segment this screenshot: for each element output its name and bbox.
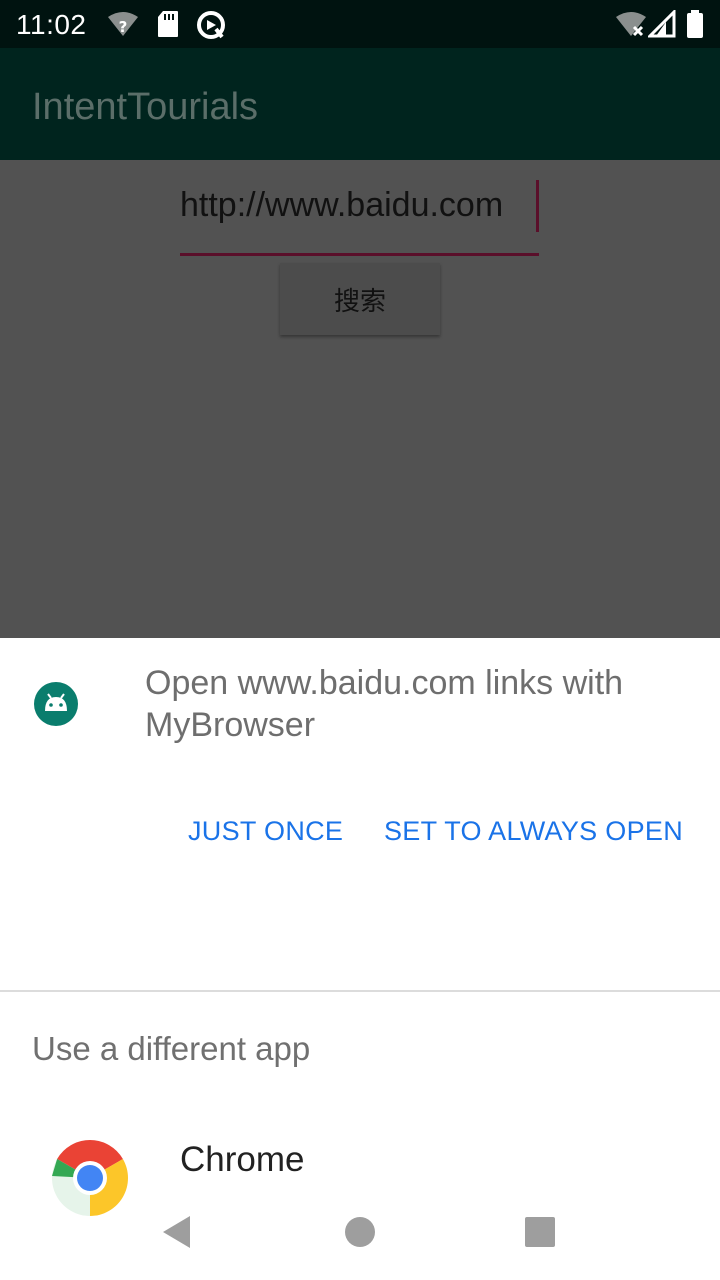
main-content: http://www.baidu.com 搜索 — [0, 160, 720, 638]
wifi-off-icon — [614, 10, 648, 43]
text-cursor — [536, 180, 539, 232]
status-bar: 11:02 ? — [0, 0, 720, 48]
sd-card-icon — [157, 10, 179, 43]
divider — [0, 990, 720, 992]
wifi-question-icon: ? — [106, 10, 140, 43]
signal-icon — [646, 8, 676, 43]
status-time: 11:02 — [16, 9, 87, 40]
just-once-button[interactable]: JUST ONCE — [188, 816, 343, 847]
url-input-underline — [180, 253, 539, 256]
url-input[interactable]: http://www.baidu.com — [180, 180, 539, 256]
app-title: IntentTourials — [32, 86, 259, 128]
app-label-chrome: Chrome — [180, 1140, 305, 1179]
svg-text:?: ? — [119, 18, 128, 36]
back-icon[interactable] — [146, 1200, 210, 1264]
different-app-heading: Use a different app — [32, 1030, 311, 1067]
url-input-value: http://www.baidu.com — [180, 186, 504, 224]
battery-icon — [686, 10, 704, 43]
android-icon — [34, 682, 78, 726]
sync-icon — [196, 10, 226, 45]
chooser-title: Open www.baidu.com links with MyBrowser — [145, 664, 624, 744]
navigation-bar — [0, 1186, 720, 1280]
app-bar: IntentTourials — [0, 48, 720, 160]
home-icon[interactable] — [328, 1200, 392, 1264]
search-button[interactable]: 搜索 — [280, 263, 440, 335]
always-open-button[interactable]: SET TO ALWAYS OPEN — [384, 816, 683, 847]
recents-icon[interactable] — [508, 1200, 572, 1264]
app-chooser-sheet: Open www.baidu.com links with MyBrowser … — [0, 638, 720, 1280]
